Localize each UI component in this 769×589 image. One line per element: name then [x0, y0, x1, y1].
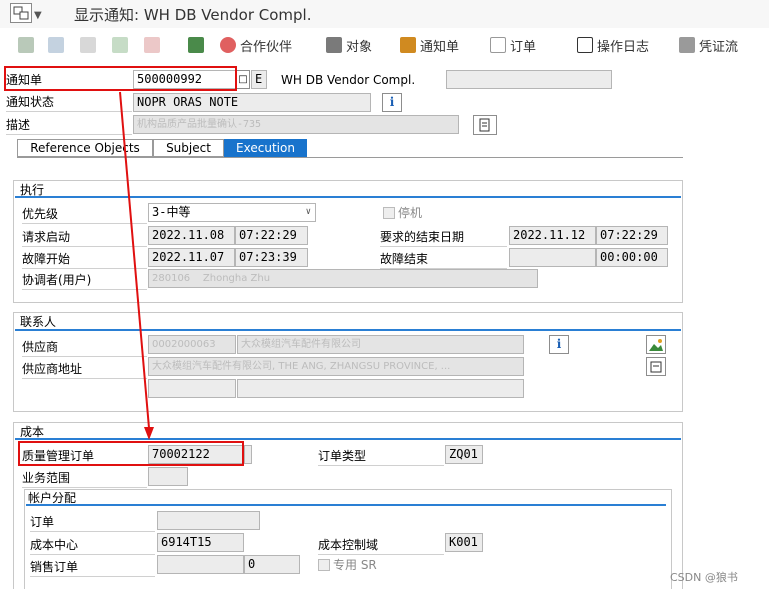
annotation-arrow	[119, 91, 154, 440]
watermark: CSDN @狼书	[670, 571, 738, 584]
